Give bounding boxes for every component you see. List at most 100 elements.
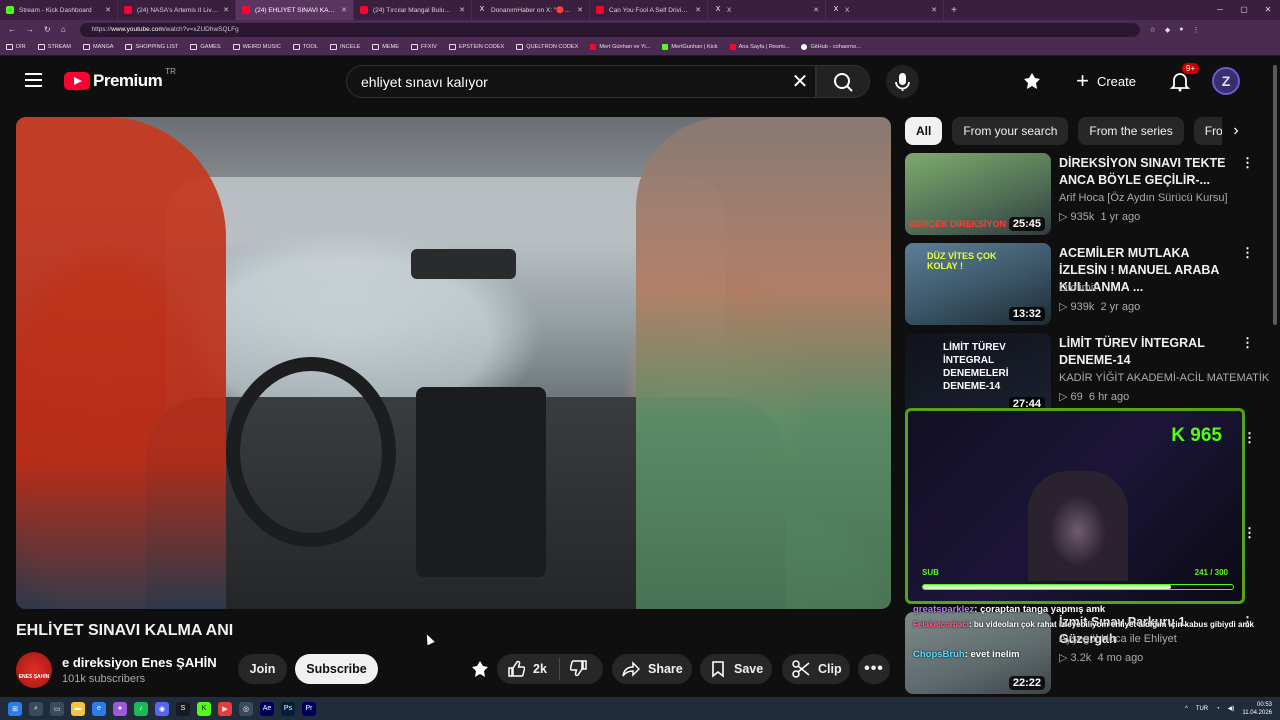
browser-tab[interactable]: X X ✕ (708, 0, 826, 20)
close-icon[interactable]: ✕ (931, 6, 937, 14)
chevron-right-icon[interactable]: › (1222, 117, 1250, 145)
bookmark-folder[interactable]: QUELTRON CODEX (516, 44, 578, 50)
subscribe-button[interactable]: Subscribe (295, 654, 378, 684)
more-vert-icon[interactable]: ⋮ (1241, 155, 1254, 171)
close-icon[interactable]: ✕ (105, 6, 111, 14)
bookmark-folder[interactable]: MANGA (82, 44, 113, 50)
windows-start-icon[interactable]: ⊞ (8, 701, 22, 716)
channel-name[interactable]: Ayşegül Hoca ile Ehliyet (1059, 633, 1177, 645)
like-button[interactable]: 2k (507, 660, 547, 678)
forward-icon[interactable]: → (26, 25, 34, 34)
close-icon[interactable]: ✕ (813, 6, 819, 14)
steam-icon[interactable]: S (176, 701, 190, 716)
after-effects-icon[interactable]: Ae (260, 701, 274, 716)
video-thumbnail[interactable]: DÜZ VİTES ÇOK KOLAY ! 13:32 (905, 243, 1051, 325)
close-icon[interactable]: ✕ (695, 6, 701, 14)
browser-menu-icon[interactable]: ⋮ (1192, 26, 1199, 34)
volume-icon[interactable]: ◀) (1228, 705, 1235, 712)
close-window-icon[interactable]: ✕ (1256, 0, 1280, 20)
search-input[interactable]: ehliyet sınavı kalıyor (347, 74, 785, 90)
bookmark-folder[interactable]: TOOL (292, 44, 318, 50)
bookmark-folder[interactable]: FFXIV (410, 44, 437, 50)
video-player[interactable] (16, 117, 891, 609)
new-tab-button[interactable]: + (944, 5, 964, 16)
minimize-icon[interactable]: ─ (1208, 0, 1232, 20)
channel-name[interactable]: KADİR YİĞİT AKADEMİ-ACİL MATEMATİK (1059, 372, 1269, 384)
bookmark-link[interactable]: GitHub - cohaerno... (801, 44, 861, 50)
search-icon[interactable]: ⌕ (29, 701, 43, 716)
video-title[interactable]: DİREKSİYON SINAVI TEKTE ANCA BÖYLE GEÇİL… (1059, 155, 1239, 189)
hype-button[interactable] (1016, 65, 1048, 97)
extension-icon[interactable]: ◆ (1165, 26, 1170, 34)
browser-tab[interactable]: (24) NASA's Artemis II Live Views f...✕ (118, 0, 236, 20)
bookmark-folder[interactable]: SHOPPING LIST (125, 44, 178, 50)
bookmark-folder[interactable]: GAMES (190, 44, 221, 50)
more-vert-icon[interactable]: ⋮ (1241, 245, 1254, 261)
browser-tab-active[interactable]: (24) EHLİYET SINAVI KALMA A...✕ (236, 0, 354, 20)
bookmark-folder[interactable]: MEME (372, 44, 399, 50)
chip-all[interactable]: All (905, 117, 943, 145)
more-vert-icon[interactable]: ⋮ (1243, 525, 1256, 541)
recommended-video[interactable]: DÜZ VİTES ÇOK KOLAY ! 13:32 ACEMİLER MUT… (905, 243, 1255, 325)
bookmark-folder[interactable]: WEIRD MUSIC (232, 44, 281, 50)
clock[interactable]: 00:53 11.04.2026 (1242, 701, 1272, 717)
page-scrollbar[interactable] (1270, 57, 1280, 697)
search-box[interactable]: ehliyet sınavı kalıyor ✕ (346, 65, 816, 98)
back-icon[interactable]: ← (8, 25, 16, 34)
recommended-video[interactable]: GERÇEK DİREKSİYON SINAVI 25:45 DİREKSİYO… (905, 153, 1255, 235)
youtube-logo[interactable]: Premium TR (64, 67, 176, 91)
task-view-icon[interactable]: ▭ (50, 701, 64, 716)
close-icon[interactable]: ✕ (223, 6, 229, 14)
more-vert-icon[interactable]: ⋮ (1241, 335, 1254, 351)
maximize-icon[interactable]: ▢ (1232, 0, 1256, 20)
home-icon[interactable]: ⌂ (61, 25, 66, 34)
bookmark-folder[interactable]: INCELE (329, 44, 360, 50)
bookmark-folder[interactable]: EPSTEIN CODEX (448, 44, 504, 50)
close-icon[interactable]: ✕ (577, 6, 583, 14)
hamburger-menu-icon[interactable] (25, 73, 42, 87)
hype-video-button[interactable] (464, 654, 496, 684)
photoshop-icon[interactable]: Ps (281, 701, 295, 716)
bookmark-link[interactable]: Ana Sayfa | Resmi... (729, 44, 789, 50)
spotify-icon[interactable]: ♪ (134, 701, 148, 716)
account-avatar[interactable]: Z (1212, 67, 1240, 95)
clip-button[interactable]: Clip (782, 654, 850, 684)
scrollbar-thumb[interactable] (1273, 65, 1277, 325)
bookmark-folder[interactable]: STREAM (37, 44, 71, 50)
browser-tab[interactable]: XDonanımHaber on X: "🔴 Tesla, Tü...✕ (472, 0, 590, 20)
more-vert-icon[interactable]: ⋮ (1243, 430, 1256, 446)
video-title[interactable]: LİMİT TÜREV İNTEGRAL DENEME-14 (1059, 335, 1239, 369)
browser-tab[interactable]: X X ✕ (826, 0, 944, 20)
chip-from-your-search[interactable]: From your search (952, 117, 1069, 145)
network-icon[interactable]: ◔ (1216, 706, 1220, 712)
premiere-icon[interactable]: Pr (302, 701, 316, 716)
bookmark-link[interactable]: MertGunhan | Kick (662, 44, 718, 50)
bookmark-link[interactable]: Mert Günhan ve Yi... (590, 44, 650, 50)
chevron-up-icon[interactable]: ^ (1185, 706, 1188, 712)
profile-icon[interactable]: ● (1179, 26, 1183, 34)
browser-tab[interactable]: Stream - Kick Dashboard ✕ (0, 0, 118, 20)
save-button[interactable]: Save (700, 654, 772, 684)
file-explorer-icon[interactable]: ▬ (71, 701, 85, 716)
browser-tab[interactable]: Can You Fool A Self Driving Car?✕ (590, 0, 708, 20)
clear-search-icon[interactable]: ✕ (785, 69, 815, 94)
close-icon[interactable]: ✕ (341, 6, 347, 14)
browser-tab[interactable]: (24) Tırcılar Mangal Buluşması Ver...✕ (354, 0, 472, 20)
close-icon[interactable]: ✕ (459, 6, 465, 14)
share-button[interactable]: Share (612, 654, 692, 684)
notifications-button[interactable]: 9+ (1164, 63, 1200, 97)
obs-icon[interactable]: ◎ (239, 701, 253, 716)
reload-icon[interactable]: ↻ (44, 25, 51, 34)
kick-icon[interactable]: K (197, 701, 211, 716)
chip-from-the-series[interactable]: From the series (1078, 117, 1184, 145)
video-thumbnail[interactable]: GERÇEK DİREKSİYON SINAVI 25:45 (905, 153, 1051, 235)
dislike-button[interactable] (569, 659, 588, 680)
create-button[interactable]: + Create (1064, 65, 1148, 97)
voice-search-button[interactable] (886, 65, 919, 98)
language-indicator[interactable]: TUR (1196, 706, 1208, 712)
star-icon[interactable]: ☆ (1150, 26, 1156, 34)
channel-name[interactable]: e direksiyon Enes ŞAHİN (62, 655, 217, 670)
video-thumbnail[interactable]: LİMİT TÜREV İNTEGRAL DENEMELERİ DENEME-1… (905, 333, 1051, 415)
app-icon[interactable]: ▶ (218, 701, 232, 716)
channel-name[interactable]: Otolimit (1059, 282, 1096, 294)
